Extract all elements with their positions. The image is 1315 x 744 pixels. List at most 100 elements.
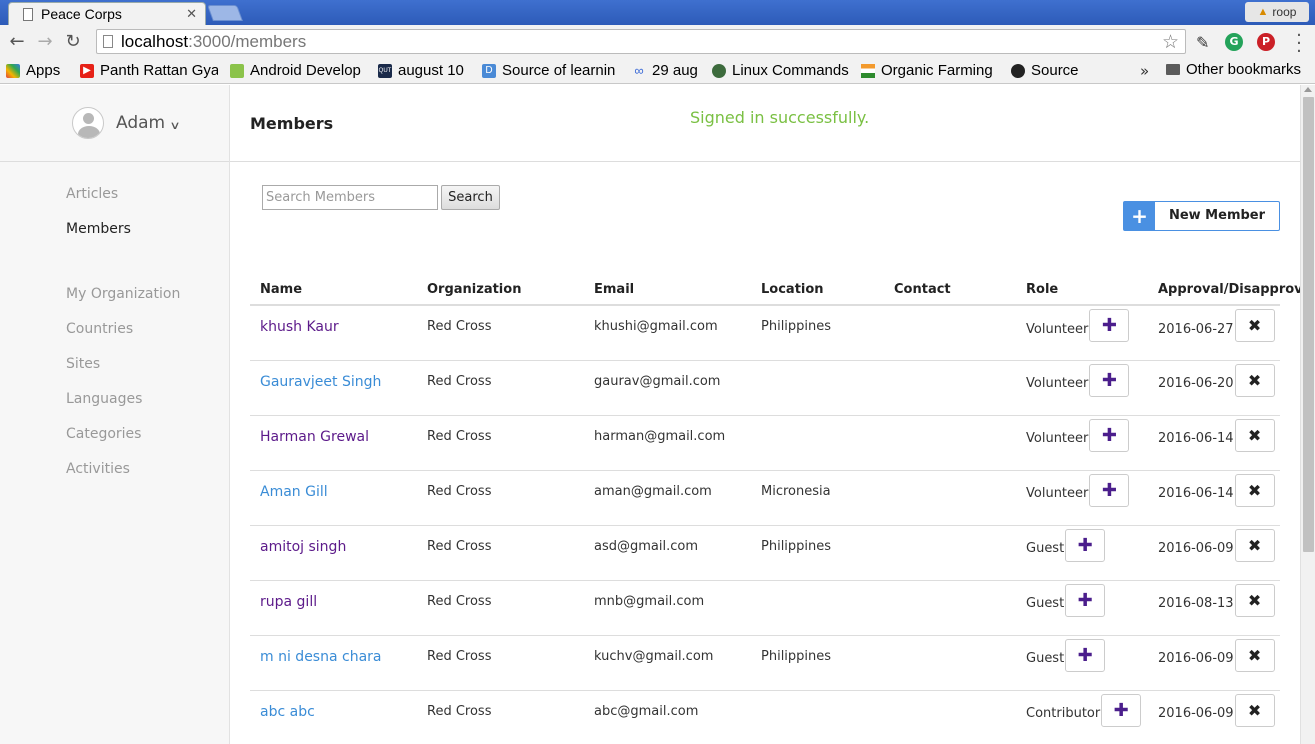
table-row: rupa gill Red Cross mnb@gmail.com Guest ✚ 201… xyxy=(250,580,1280,636)
sidebar: Adam ∨ Articles Members My Organization … xyxy=(0,85,230,744)
add-role-button[interactable]: ✚ xyxy=(1089,473,1130,507)
member-email: aman@gmail.com xyxy=(584,470,751,526)
youtube-icon: ▶ xyxy=(80,63,94,78)
pinterest-extension-icon[interactable]: P xyxy=(1257,33,1275,51)
dropper-extension-icon[interactable]: ✎ xyxy=(1196,33,1214,52)
tab-close-icon[interactable]: ✕ xyxy=(186,7,197,22)
member-name-link[interactable]: Aman Gill xyxy=(260,484,328,500)
member-name-link[interactable]: Gauravjeet Singh xyxy=(260,374,381,390)
member-approval-cell: 2016-06-09 ✖ xyxy=(1148,525,1280,581)
address-bar[interactable]: localhost:3000/members ☆ xyxy=(96,29,1186,54)
globe-icon xyxy=(712,63,726,78)
bookmark-star-icon[interactable]: ☆ xyxy=(1162,31,1179,53)
sidebar-item-activities[interactable]: Activities xyxy=(66,459,229,494)
bookmark-apps[interactable]: Apps xyxy=(6,62,68,79)
add-role-button[interactable]: ✚ xyxy=(1089,363,1130,397)
chevron-down-icon: ∨ xyxy=(169,118,181,132)
disapprove-button[interactable]: ✖ xyxy=(1234,528,1275,562)
new-tab-button[interactable] xyxy=(207,5,243,21)
folder-icon xyxy=(1166,64,1180,75)
bookmark-github[interactable]: Source xyxy=(1011,62,1091,79)
member-approval-date: 2016-06-09 xyxy=(1158,541,1234,556)
member-name-link[interactable]: rupa gill xyxy=(260,594,317,610)
members-table: Name Organization Email Location Contact… xyxy=(250,275,1315,744)
member-role: Guest xyxy=(1026,541,1065,556)
member-name-link[interactable]: abc abc xyxy=(260,704,315,720)
member-approval-cell: 2016-06-09 ✖ xyxy=(1148,690,1280,744)
add-role-button[interactable]: ✚ xyxy=(1089,309,1130,342)
bookmark-linux[interactable]: Linux Commands xyxy=(712,62,849,79)
member-name-link[interactable]: Harman Grewal xyxy=(260,429,369,445)
user-menu[interactable]: Adam ∨ xyxy=(0,85,229,162)
reload-icon[interactable]: ↻ xyxy=(62,31,84,52)
user-name: Adam xyxy=(116,113,166,133)
avatar-icon xyxy=(72,107,104,139)
sidebar-item-categories[interactable]: Categories xyxy=(66,424,229,459)
bookmark-youtube[interactable]: ▶ Panth Rattan Gya xyxy=(80,62,218,79)
sidebar-item-my-organization[interactable]: My Organization xyxy=(66,284,229,319)
disapprove-button[interactable]: ✖ xyxy=(1234,693,1275,727)
table-row: abc abc Red Cross abc@gmail.com Contributor… xyxy=(250,690,1280,744)
column-header-location: Location xyxy=(751,275,884,306)
bookmark-august[interactable]: QUT august 10 xyxy=(378,62,470,79)
profile-badge[interactable]: ▲ roop xyxy=(1245,2,1309,22)
member-name-link[interactable]: khush Kaur xyxy=(260,319,339,335)
column-header-contact: Contact xyxy=(884,275,1016,306)
disapprove-button[interactable]: ✖ xyxy=(1234,309,1275,342)
browser-menu-icon[interactable]: · · · xyxy=(1294,27,1304,61)
member-role: Contributor xyxy=(1026,706,1101,721)
member-organization: Red Cross xyxy=(417,525,584,581)
member-name-link[interactable]: m ni desna chara xyxy=(260,649,381,665)
browser-tab-active[interactable]: Peace Corps ✕ xyxy=(8,2,206,25)
bookmark-source-learning[interactable]: D Source of learnin xyxy=(482,62,620,79)
member-role-cell: Volunteer ✚ xyxy=(1016,360,1148,416)
grammarly-extension-icon[interactable]: G xyxy=(1225,33,1243,51)
sidebar-item-countries[interactable]: Countries xyxy=(66,319,229,354)
member-role: Volunteer xyxy=(1026,321,1089,337)
other-bookmarks[interactable]: Other bookmarks xyxy=(1166,61,1301,78)
new-member-button[interactable]: + New Member xyxy=(1123,201,1280,231)
forward-icon[interactable]: → xyxy=(34,31,56,52)
column-header-organization: Organization xyxy=(417,275,584,306)
member-contact xyxy=(884,690,1016,744)
tab-title: Peace Corps xyxy=(41,6,122,22)
member-role: Volunteer xyxy=(1026,486,1089,501)
bookmarks-overflow-chevron[interactable]: » xyxy=(1140,62,1149,80)
member-approval-cell: 2016-06-14 ✖ xyxy=(1148,415,1280,471)
member-organization: Red Cross xyxy=(417,360,584,416)
add-role-button[interactable]: ✚ xyxy=(1065,638,1106,672)
add-role-button[interactable]: ✚ xyxy=(1089,418,1130,452)
member-email: harman@gmail.com xyxy=(584,415,751,471)
disapprove-button[interactable]: ✖ xyxy=(1234,363,1275,397)
add-role-button[interactable]: ✚ xyxy=(1065,583,1106,617)
disapprove-button[interactable]: ✖ xyxy=(1234,418,1275,452)
scroll-up-icon[interactable] xyxy=(1304,87,1312,92)
member-role-cell: Guest ✚ xyxy=(1016,580,1148,636)
back-icon[interactable]: ← xyxy=(6,31,28,52)
disapprove-button[interactable]: ✖ xyxy=(1234,583,1275,617)
scrollbar[interactable] xyxy=(1300,85,1315,744)
sidebar-item-articles[interactable]: Articles xyxy=(66,184,229,219)
disapprove-button[interactable]: ✖ xyxy=(1234,638,1275,672)
member-name-link[interactable]: amitoj singh xyxy=(260,539,346,555)
table-row: Aman Gill Red Cross aman@gmail.com Micrones… xyxy=(250,470,1280,526)
disapprove-button[interactable]: ✖ xyxy=(1234,473,1275,507)
member-role-cell: Contributor ✚ xyxy=(1016,690,1148,744)
member-role-cell: Volunteer ✚ xyxy=(1016,470,1148,526)
warning-icon: ▲ xyxy=(1257,6,1269,18)
add-role-button[interactable]: ✚ xyxy=(1065,528,1106,562)
column-header-role: Role xyxy=(1016,275,1148,306)
sidebar-item-members[interactable]: Members xyxy=(66,219,229,254)
member-location: Philippines xyxy=(751,635,884,691)
search-input[interactable] xyxy=(262,185,438,210)
bookmark-android[interactable]: Android Develop xyxy=(230,62,366,79)
scrollbar-thumb[interactable] xyxy=(1303,97,1314,552)
bookmark-organic[interactable]: Organic Farming xyxy=(861,62,999,79)
sidebar-item-languages[interactable]: Languages xyxy=(66,389,229,424)
search-button[interactable]: Search xyxy=(441,185,500,210)
member-email: kuchv@gmail.com xyxy=(584,635,751,691)
main-header: Members Signed in successfully. xyxy=(230,85,1300,162)
bookmark-29aug[interactable]: ∞ 29 aug xyxy=(632,62,700,79)
add-role-button[interactable]: ✚ xyxy=(1101,693,1142,727)
sidebar-item-sites[interactable]: Sites xyxy=(66,354,229,389)
